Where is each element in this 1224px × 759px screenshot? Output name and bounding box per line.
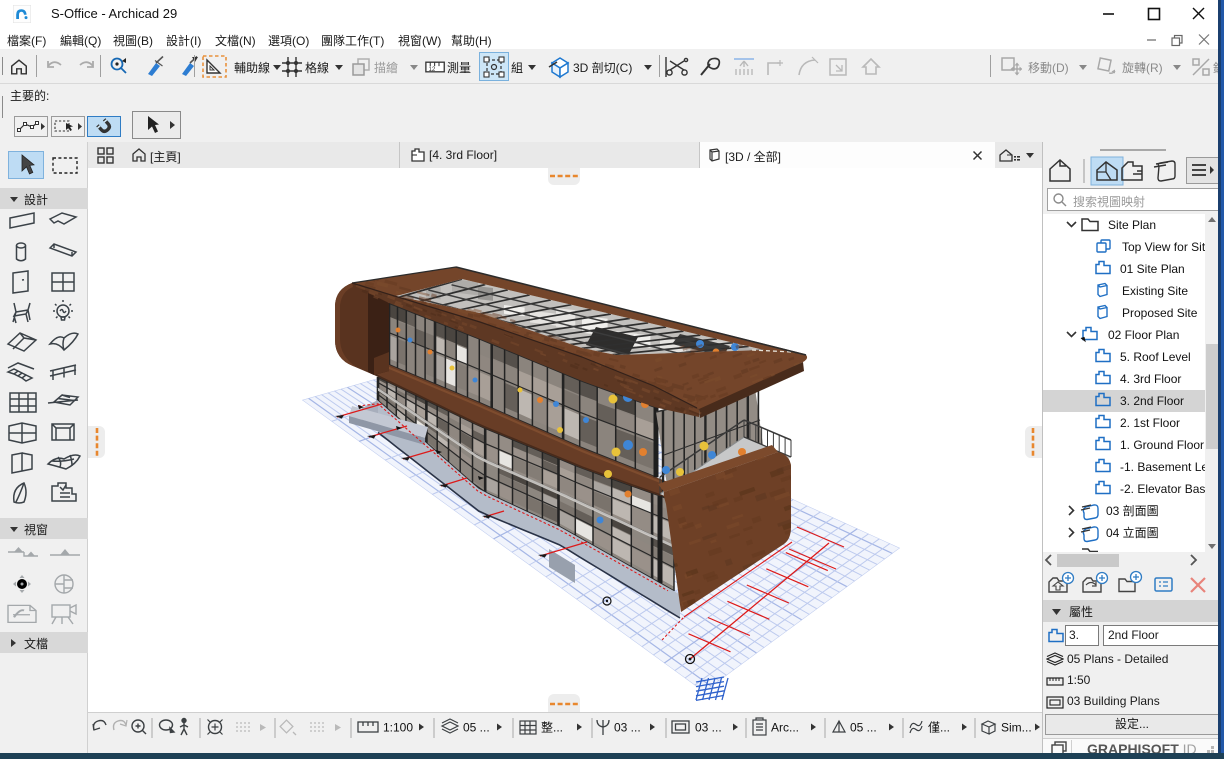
- svg-text:Top View for Sit: Top View for Sit: [1122, 240, 1205, 254]
- svg-text:12: 12: [429, 66, 436, 73]
- svg-text:03 ...: 03 ...: [695, 721, 722, 735]
- svg-text:5. Roof Level: 5. Roof Level: [1120, 350, 1191, 364]
- svg-text:04 立面圖: 04 立面圖: [1106, 525, 1159, 540]
- svg-text:2. 1st Floor: 2. 1st Floor: [1120, 416, 1180, 430]
- svg-text:03 剖面圖: 03 剖面圖: [1106, 504, 1159, 518]
- svg-text:Arc...: Arc...: [771, 721, 799, 735]
- svg-text:1. Ground Floor: 1. Ground Floor: [1120, 438, 1204, 452]
- svg-text:-1. Basement Le: -1. Basement Le: [1120, 460, 1205, 474]
- svg-text:Sim...: Sim...: [1001, 721, 1032, 735]
- svg-text:02 Floor Plan: 02 Floor Plan: [1108, 328, 1179, 342]
- svg-text:05 ...: 05 ...: [850, 721, 877, 735]
- svg-text:3. 2nd Floor: 3. 2nd Floor: [1120, 394, 1184, 408]
- svg-text:整...: 整...: [541, 720, 563, 735]
- svg-text:Proposed Site: Proposed Site: [1122, 306, 1198, 320]
- svg-text:Site Plan: Site Plan: [1108, 218, 1156, 232]
- svg-text:05 ...: 05 ...: [463, 721, 490, 735]
- svg-text:Existing Site: Existing Site: [1122, 284, 1188, 298]
- svg-text:1:100: 1:100: [383, 721, 413, 735]
- svg-text:-2. Elevator Base: -2. Elevator Base: [1120, 482, 1205, 496]
- svg-text:01 Site Plan: 01 Site Plan: [1120, 262, 1185, 276]
- svg-text:03 ...: 03 ...: [614, 721, 641, 735]
- svg-text:僅...: 僅...: [928, 721, 950, 735]
- svg-text:4. 3rd Floor: 4. 3rd Floor: [1120, 372, 1181, 386]
